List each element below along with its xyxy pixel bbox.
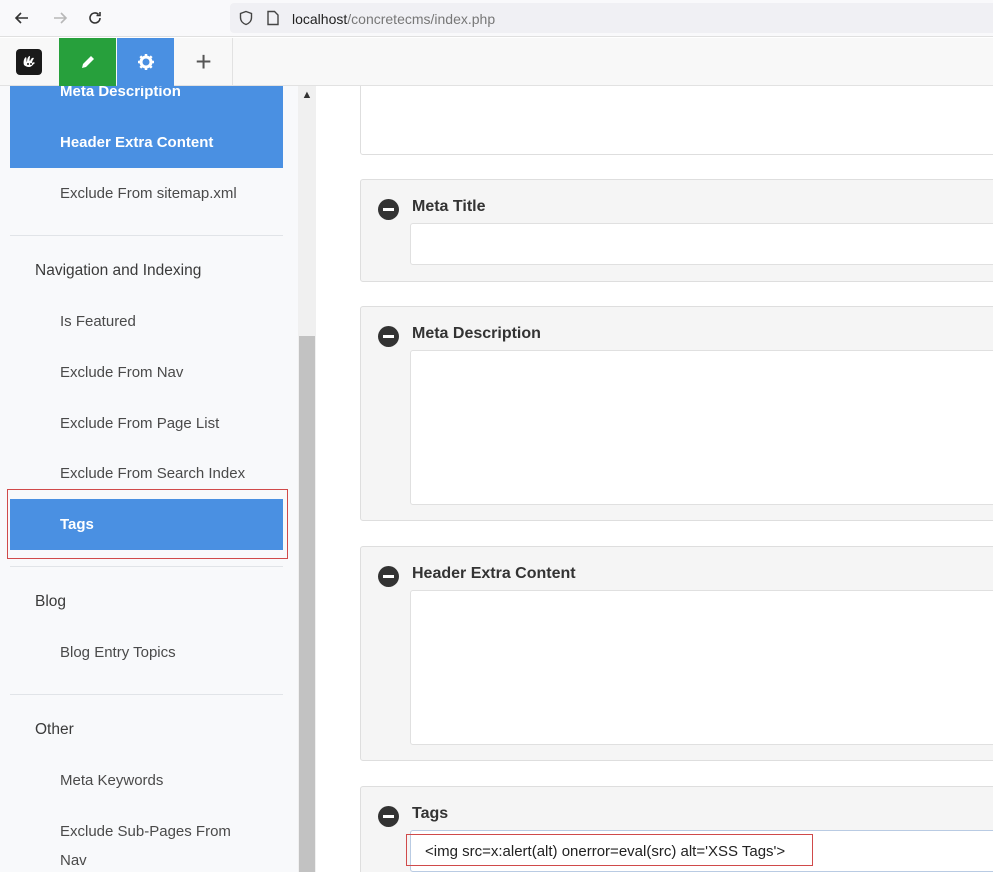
browser-toolbar: localhost/concretecms/index.php: [0, 0, 993, 37]
panel-partial: [360, 86, 993, 155]
forward-arrow-icon: [54, 12, 68, 24]
address-bar[interactable]: localhost/concretecms/index.php: [230, 3, 993, 33]
page-icon: [267, 10, 279, 26]
minus-circle-icon[interactable]: [378, 326, 399, 347]
minus-circle-icon[interactable]: [378, 199, 399, 220]
panel-title: Header Extra Content: [412, 565, 576, 582]
reload-icon: [89, 12, 101, 24]
sidebar-item-meta-keywords[interactable]: Meta Keywords: [10, 755, 283, 806]
tags-input-highlight-box: [406, 834, 813, 866]
back-button[interactable]: [9, 6, 35, 30]
sidebar-divider: [10, 566, 283, 567]
panel-meta-title: Meta Title: [360, 179, 993, 282]
reload-button[interactable]: [82, 6, 108, 30]
header-extra-content-textarea[interactable]: [410, 590, 993, 745]
meta-title-input[interactable]: [410, 223, 993, 265]
add-content-button[interactable]: +: [175, 38, 233, 86]
concrete-logo-button[interactable]: [0, 38, 57, 86]
pencil-icon: [81, 56, 94, 68]
sidebar-item-exclude-sub-pages[interactable]: Exclude Sub-Pages From Nav: [60, 817, 260, 872]
scrollbar-thumb[interactable]: [299, 336, 315, 872]
sidebar-item-is-featured[interactable]: Is Featured: [10, 296, 283, 347]
panel-header-extra-content: Header Extra Content: [360, 546, 993, 761]
panel-title: Meta Description: [412, 325, 541, 342]
scroll-up-button[interactable]: ▲: [298, 86, 316, 104]
url-text: localhost/concretecms/index.php: [292, 11, 495, 27]
sidebar-item-exclude-from-nav[interactable]: Exclude From Nav: [10, 347, 283, 398]
url-path: /concretecms/index.php: [347, 11, 496, 27]
tags-highlight-box: [7, 489, 288, 559]
panel-title: Tags: [412, 805, 449, 822]
sidebar-heading-other: Other: [35, 721, 74, 738]
gear-icon: [137, 54, 154, 70]
shield-icon: [239, 10, 253, 26]
sidebar-item-meta-description[interactable]: Meta Description: [10, 86, 283, 117]
plus-icon: +: [195, 46, 212, 77]
panel-meta-description: Meta Description: [360, 306, 993, 521]
sidebar-heading-blog: Blog: [35, 593, 67, 610]
chevron-up-icon: ▲: [301, 89, 313, 101]
main-content: Meta Title Meta Description Header Extra…: [316, 86, 993, 872]
sidebar-divider: [10, 235, 283, 236]
meta-description-textarea[interactable]: [410, 350, 993, 505]
forward-button[interactable]: [47, 6, 73, 30]
sidebar-item-exclude-from-page-list[interactable]: Exclude From Page List: [10, 398, 283, 449]
concrete-logo-icon: [15, 49, 42, 75]
cms-toolbar: +: [0, 38, 993, 86]
minus-circle-icon[interactable]: [378, 806, 399, 827]
panel-title: Meta Title: [412, 198, 486, 215]
url-host: localhost: [292, 11, 348, 27]
back-arrow-icon: [14, 12, 28, 24]
minus-circle-icon[interactable]: [378, 566, 399, 587]
sidebar-divider: [10, 694, 283, 695]
sidebar-scrollbar[interactable]: ▲: [298, 86, 316, 872]
sidebar-item-exclude-from-sitemap[interactable]: Exclude From sitemap.xml: [10, 168, 283, 219]
sidebar-item-header-extra-content[interactable]: Header Extra Content: [10, 117, 283, 168]
edit-mode-button[interactable]: [59, 38, 116, 86]
attributes-sidebar: Meta Description Header Extra Content Ex…: [0, 86, 298, 872]
page-settings-button[interactable]: [117, 38, 174, 86]
sidebar-heading-navigation: Navigation and Indexing: [35, 262, 202, 279]
sidebar-item-blog-entry-topics[interactable]: Blog Entry Topics: [10, 627, 283, 678]
